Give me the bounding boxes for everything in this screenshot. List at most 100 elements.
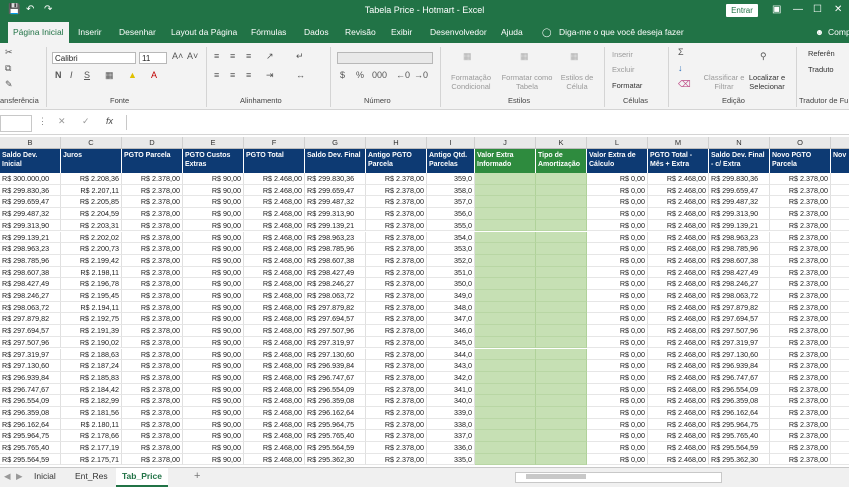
table-cell[interactable]: R$ 299.139,21: [709, 219, 770, 232]
number-format-combo[interactable]: [337, 52, 433, 64]
table-cell[interactable]: R$ 0,00: [587, 196, 648, 209]
table-cell[interactable]: [831, 325, 849, 337]
sort-filter-button[interactable]: Classificar e Filtrar: [702, 73, 746, 91]
table-cell[interactable]: R$ 0,00: [587, 266, 648, 279]
table-header-cell[interactable]: Antigo Qtd. Parcelas: [427, 149, 475, 173]
table-cell[interactable]: R$ 298.246,27: [709, 278, 770, 290]
ribbon-display-icon[interactable]: ▣: [772, 4, 781, 15]
table-cell[interactable]: R$ 90,00: [183, 325, 244, 337]
table-cell[interactable]: R$ 2.468,00: [648, 336, 709, 349]
cell-styles-button[interactable]: Estilos de Célula: [558, 73, 596, 91]
table-cell[interactable]: R$ 2.378,00: [122, 360, 183, 372]
sheet-tab-ent-res[interactable]: Ent_Res: [75, 468, 108, 485]
table-cell[interactable]: R$ 298.427,49: [709, 266, 770, 279]
table-cell[interactable]: R$ 2.378,00: [770, 418, 831, 431]
table-cell[interactable]: R$ 2.199,42: [61, 254, 122, 267]
table-cell[interactable]: [536, 453, 587, 466]
table-cell[interactable]: R$ 297.319,97: [709, 336, 770, 349]
borders-icon[interactable]: ▦: [105, 70, 114, 81]
table-cell[interactable]: R$ 2.188,63: [61, 348, 122, 361]
table-cell[interactable]: [475, 418, 536, 431]
table-cell[interactable]: [475, 219, 536, 232]
align-middle-icon[interactable]: ≡: [230, 51, 235, 61]
table-cell[interactable]: R$ 0,00: [587, 430, 648, 443]
table-cell[interactable]: R$ 2.202,02: [61, 231, 122, 244]
table-cell[interactable]: R$ 0,00: [587, 301, 648, 314]
references-button[interactable]: Referên: [808, 49, 835, 58]
table-cell[interactable]: R$ 299.487,32: [0, 208, 61, 220]
table-cell[interactable]: R$ 299.830,36: [305, 173, 366, 185]
table-cell[interactable]: R$ 2.468,00: [244, 266, 305, 279]
table-cell[interactable]: R$ 299.139,21: [305, 219, 366, 232]
orientation-icon[interactable]: ↗: [266, 51, 274, 62]
table-cell[interactable]: R$ 0,00: [587, 395, 648, 407]
table-cell[interactable]: R$ 296.359,08: [0, 407, 61, 419]
table-cell[interactable]: [475, 336, 536, 349]
table-cell[interactable]: R$ 90,00: [183, 254, 244, 267]
table-cell[interactable]: R$ 2.378,00: [366, 395, 427, 407]
table-cell[interactable]: [475, 231, 536, 244]
table-cell[interactable]: R$ 298.063,72: [709, 290, 770, 302]
tab-ajuda[interactable]: Ajuda: [501, 22, 523, 43]
table-cell[interactable]: R$ 2.468,00: [648, 407, 709, 419]
table-cell[interactable]: R$ 297.507,96: [305, 325, 366, 337]
table-cell[interactable]: [536, 219, 587, 232]
table-cell[interactable]: R$ 2.378,00: [366, 418, 427, 431]
table-cell[interactable]: R$ 2.468,00: [648, 290, 709, 302]
column-header[interactable]: [831, 137, 849, 149]
table-cell[interactable]: R$ 2.468,00: [648, 383, 709, 396]
table-cell[interactable]: [475, 313, 536, 326]
table-cell[interactable]: 335,0: [427, 453, 475, 466]
table-cell[interactable]: R$ 2.192,75: [61, 313, 122, 326]
table-cell[interactable]: [831, 302, 849, 314]
table-cell[interactable]: R$ 90,00: [183, 208, 244, 220]
table-cell[interactable]: R$ 2.378,00: [122, 430, 183, 443]
fill-color-icon[interactable]: ▲: [128, 70, 137, 80]
table-cell[interactable]: R$ 298.246,27: [0, 290, 61, 302]
tell-me-search[interactable]: Diga-me o que você deseja fazer: [559, 22, 684, 43]
table-cell[interactable]: [831, 278, 849, 290]
table-cell[interactable]: R$ 0,00: [587, 290, 648, 302]
table-cell[interactable]: [536, 407, 587, 419]
table-cell[interactable]: R$ 2.468,00: [244, 278, 305, 290]
table-cell[interactable]: [475, 301, 536, 314]
table-cell[interactable]: R$ 0,00: [587, 184, 648, 197]
table-cell[interactable]: R$ 2.194,11: [61, 301, 122, 314]
table-cell[interactable]: R$ 2.378,00: [122, 208, 183, 220]
table-cell[interactable]: R$ 2.190,02: [61, 336, 122, 349]
copy-icon[interactable]: ⧉: [5, 63, 11, 74]
table-cell[interactable]: R$ 2.378,00: [122, 453, 183, 466]
table-cell[interactable]: R$ 2.468,00: [244, 196, 305, 209]
table-cell[interactable]: R$ 2.378,00: [366, 278, 427, 290]
table-cell[interactable]: R$ 2.378,00: [122, 442, 183, 454]
table-cell[interactable]: [831, 185, 849, 197]
table-cell[interactable]: R$ 90,00: [183, 430, 244, 443]
table-cell[interactable]: R$ 295.564,59: [709, 442, 770, 454]
table-cell[interactable]: 337,0: [427, 430, 475, 443]
table-cell[interactable]: R$ 2.378,00: [122, 290, 183, 302]
table-cell[interactable]: [831, 442, 849, 454]
table-cell[interactable]: R$ 2.468,00: [244, 231, 305, 244]
table-cell[interactable]: R$ 299.830,36: [0, 184, 61, 197]
table-cell[interactable]: [536, 231, 587, 244]
table-cell[interactable]: R$ 2.468,00: [648, 266, 709, 279]
table-cell[interactable]: R$ 0,00: [587, 243, 648, 255]
table-cell[interactable]: R$ 2.378,00: [122, 219, 183, 232]
table-cell[interactable]: R$ 295.765,40: [0, 442, 61, 454]
table-cell[interactable]: R$ 2.468,00: [244, 219, 305, 232]
table-cell[interactable]: [536, 395, 587, 407]
table-cell[interactable]: 340,0: [427, 395, 475, 407]
column-header[interactable]: J: [475, 137, 536, 149]
table-cell[interactable]: [536, 325, 587, 337]
percent-icon[interactable]: %: [356, 70, 364, 80]
table-cell[interactable]: R$ 2.378,00: [770, 231, 831, 244]
align-top-icon[interactable]: ≡: [214, 51, 219, 61]
table-cell[interactable]: R$ 298.963,23: [0, 243, 61, 255]
table-cell[interactable]: R$ 2.378,00: [770, 208, 831, 220]
table-cell[interactable]: [475, 325, 536, 337]
currency-icon[interactable]: $: [340, 70, 345, 80]
table-cell[interactable]: R$ 2.208,36: [61, 173, 122, 185]
table-cell[interactable]: R$ 296.162,64: [709, 407, 770, 419]
table-cell[interactable]: R$ 90,00: [183, 290, 244, 302]
table-cell[interactable]: [536, 208, 587, 220]
